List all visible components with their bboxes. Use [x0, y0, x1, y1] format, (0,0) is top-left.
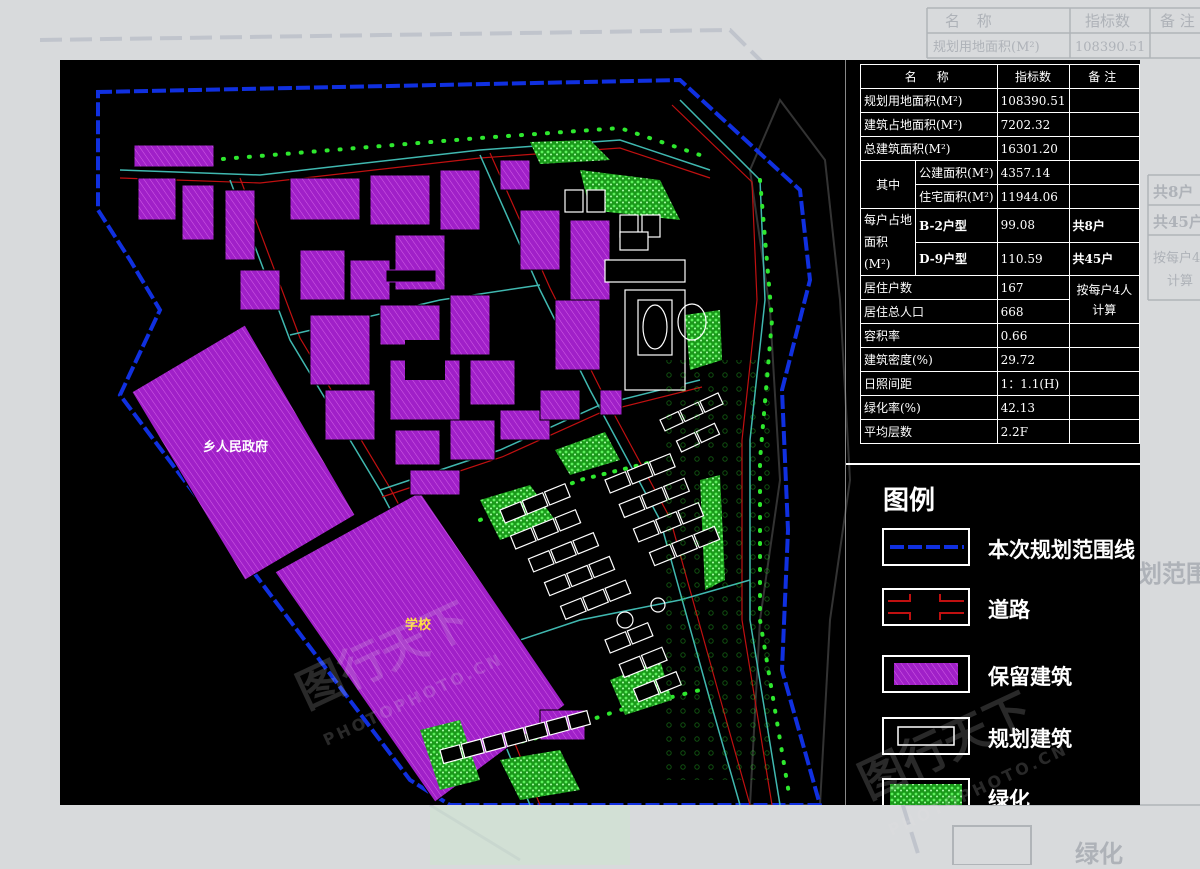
- row-label: 日照间距: [860, 371, 998, 396]
- svg-text:名 称: 名 称: [945, 12, 998, 30]
- of-which-label: 其中: [859, 160, 917, 209]
- per-household-label: 每户占地面积(M²): [859, 208, 917, 276]
- legend-item-boundary: 本次规划范围线: [882, 528, 1140, 570]
- school-label: 学校: [405, 617, 432, 633]
- legend-item-road: 道路: [882, 588, 1140, 630]
- table-row: 总建筑面积(M²) 16301.20: [860, 136, 1140, 161]
- row-label: 建筑占地面积(M²): [860, 112, 998, 137]
- tree-texture: [660, 360, 770, 780]
- table-row: 建筑密度(%) 29.72: [860, 347, 1140, 372]
- retained-buildings: [131, 144, 623, 803]
- row-label: 总建筑面积(M²): [860, 136, 998, 161]
- table-header-row: 名 称 指标数 备注: [860, 64, 1140, 89]
- row-label: 规划用地面积(M²): [860, 88, 998, 113]
- svg-text:计算: 计算: [1167, 274, 1193, 289]
- panel-divider: [845, 60, 846, 805]
- township-government-label: 乡人民政府: [203, 439, 268, 455]
- row-value: 2.2F: [996, 419, 1070, 444]
- table-row: 其中 公建面积(M²) 4357.14: [859, 160, 1140, 209]
- row-value: 668: [996, 299, 1070, 324]
- row-label: 建筑密度(%): [860, 347, 998, 372]
- row-value: 7202.32: [996, 112, 1070, 137]
- svg-text:共45户: 共45户: [1153, 213, 1200, 231]
- row-note: 共45户: [1068, 241, 1140, 276]
- legend-label: 规划建筑: [988, 727, 1072, 751]
- row-label: 公建面积(M²): [915, 160, 998, 185]
- legend: 图例 本次规划范围线 道路 保留建筑 规划建筑 绿化: [860, 460, 1140, 805]
- legend-item-planned: 规划建筑: [882, 717, 1140, 759]
- table-row: 日照间距 1：1.1(H): [860, 371, 1140, 396]
- site-plan-map[interactable]: 乡人民政府 学校: [60, 60, 860, 805]
- svg-text:共8户: 共8户: [1153, 183, 1193, 201]
- svg-text:108390.51: 108390.51: [1075, 40, 1145, 55]
- row-value: 29.72: [996, 347, 1070, 372]
- row-label: 平均层数: [860, 419, 998, 444]
- row-value: 99.08: [996, 208, 1070, 243]
- row-label: B-2户型: [915, 208, 998, 243]
- table-row: 绿化率(%) 42.13: [860, 395, 1140, 420]
- row-value: 1：1.1(H): [996, 371, 1070, 396]
- legend-item-retained: 保留建筑: [882, 655, 1140, 697]
- row-value: 16301.20: [996, 136, 1070, 161]
- svg-text:备 注: 备 注: [1160, 12, 1195, 30]
- row-value: 167: [996, 275, 1070, 300]
- table-row: 每户占地面积(M²) B-2户型 99.08 共8户: [859, 208, 1140, 276]
- row-label: 容积率: [860, 323, 998, 348]
- row-label: 住宅面积(M²): [915, 184, 998, 209]
- row-label: 居住总人口: [860, 299, 998, 324]
- retained-building-symbol: [882, 655, 970, 693]
- legend-item-greenery: 绿化: [882, 778, 1140, 805]
- legend-label: 本次规划范围线: [988, 538, 1135, 562]
- table-row: 规划用地面积(M²) 108390.51: [860, 88, 1140, 113]
- table-row: 居住户数 167 按每户4人计算: [860, 275, 1140, 324]
- greenery-symbol: [882, 778, 970, 805]
- row-value: 110.59: [996, 241, 1070, 276]
- header-note: 备注: [1068, 64, 1140, 89]
- table-row: 建筑占地面积(M²) 7202.32: [860, 112, 1140, 137]
- row-note: 共8户: [1068, 208, 1140, 243]
- legend-label: 绿化: [988, 788, 1030, 805]
- row-value: 4357.14: [996, 160, 1070, 185]
- svg-text:规划用地面积(M²): 规划用地面积(M²): [933, 40, 1040, 55]
- cad-drawing: 乡人民政府 学校 名 称 指标数 备注 规划用地面积(M²) 108390.51…: [60, 60, 1140, 805]
- row-label: D-9户型: [915, 241, 998, 276]
- row-note: 按每户4人计算: [1068, 275, 1140, 324]
- table-row: 平均层数 2.2F: [860, 419, 1140, 444]
- svg-text:指标数: 指标数: [1085, 12, 1130, 30]
- indicator-table: 名 称 指标数 备注 规划用地面积(M²) 108390.51 建筑占地面积(M…: [859, 64, 1140, 444]
- row-label: 居住户数: [860, 275, 998, 300]
- row-label: 绿化率(%): [860, 395, 998, 420]
- legend-label: 保留建筑: [988, 665, 1072, 689]
- road-symbol: [882, 588, 970, 626]
- table-row: 容积率 0.66: [860, 323, 1140, 348]
- svg-text:划范围线: 划范围线: [1138, 559, 1200, 588]
- row-value: 108390.51: [996, 88, 1070, 113]
- row-value: 42.13: [996, 395, 1070, 420]
- header-value: 指标数: [996, 64, 1070, 89]
- legend-label: 道路: [988, 598, 1030, 622]
- svg-text:按每户4: 按每户4: [1153, 250, 1200, 266]
- svg-text:绿化: 绿化: [1075, 839, 1123, 865]
- row-value: 0.66: [996, 323, 1070, 348]
- planned-building-symbol: [882, 717, 970, 755]
- header-name: 名 称: [860, 64, 998, 89]
- boundary-line-symbol: [882, 528, 970, 566]
- legend-title: 图例: [883, 486, 936, 516]
- row-value: 11944.06: [996, 184, 1070, 209]
